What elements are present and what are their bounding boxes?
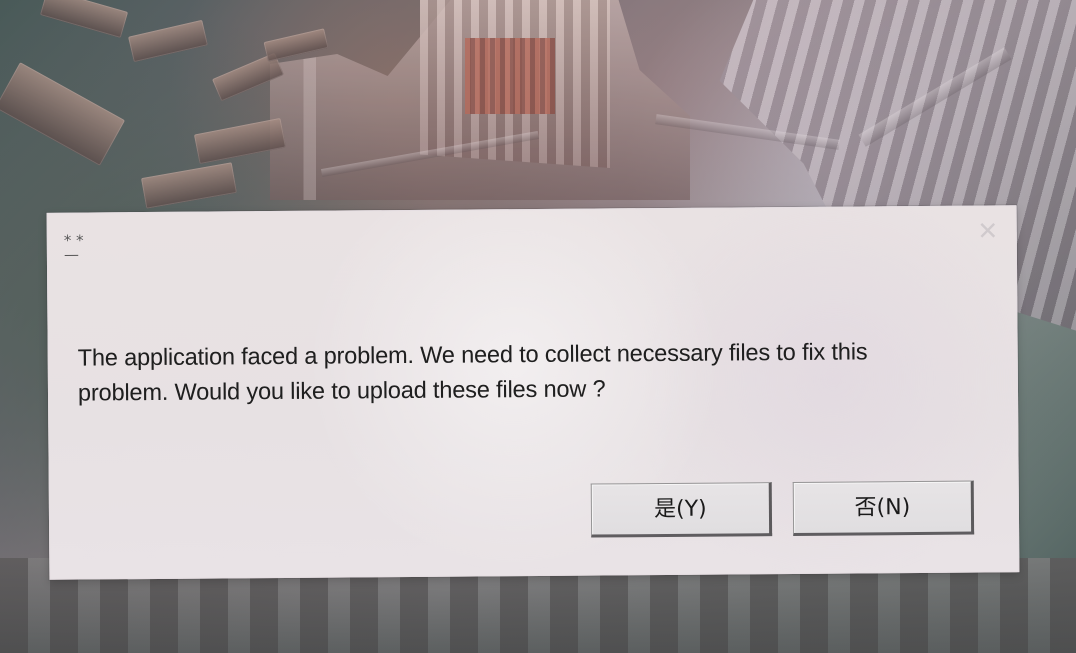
village-roof xyxy=(193,117,287,165)
no-button[interactable]: 否(N) xyxy=(792,480,975,536)
village-roof xyxy=(39,0,129,39)
village-roof xyxy=(0,62,126,166)
village-roof xyxy=(212,52,284,102)
village-roof xyxy=(263,28,329,62)
castle-gate xyxy=(465,38,555,114)
dialog-message: The application faced a problem. We need… xyxy=(77,338,868,406)
close-icon: ✕ xyxy=(977,216,999,246)
village-roof xyxy=(141,162,237,209)
dialog-title: * * — xyxy=(63,231,84,264)
castle-tower xyxy=(420,0,610,168)
stone-detail xyxy=(655,114,840,150)
close-button[interactable]: ✕ xyxy=(976,216,1000,246)
stone-detail xyxy=(858,47,1012,147)
error-dialog: * * — ✕ The application faced a problem.… xyxy=(46,205,1020,580)
stone-detail xyxy=(320,130,540,178)
yes-button[interactable]: 是(Y) xyxy=(590,482,773,538)
village-roof xyxy=(128,19,208,63)
castle-walls xyxy=(270,0,690,200)
desktop-background: * * — ✕ The application faced a problem.… xyxy=(0,0,1076,653)
